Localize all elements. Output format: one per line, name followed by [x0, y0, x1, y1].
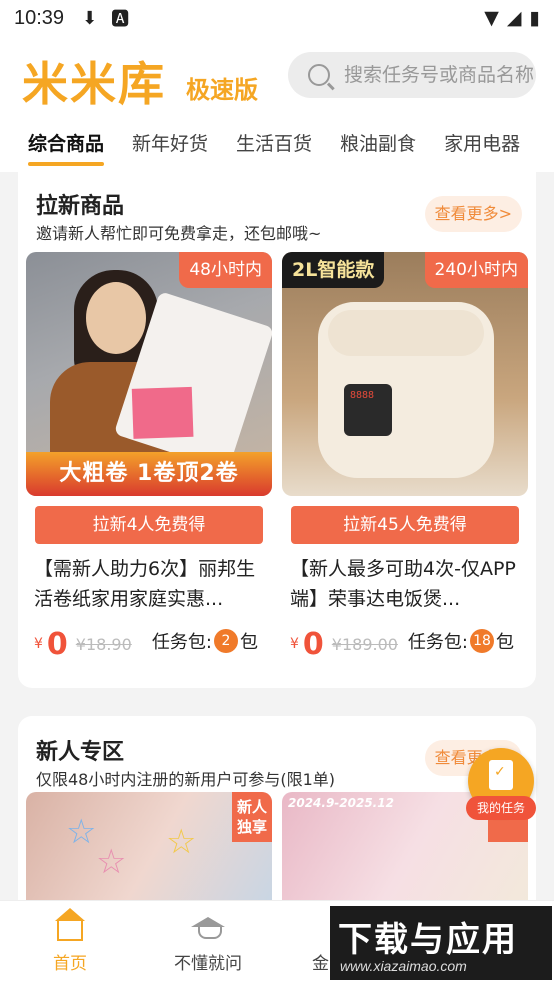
- app-logo: 米米库: [22, 57, 166, 111]
- claim-free-button[interactable]: 拉新45人免费得: [291, 506, 519, 544]
- current-price: 0: [46, 626, 68, 662]
- new-user-exclusive-badge: 新人独享: [232, 792, 272, 842]
- search-bar[interactable]: 搜索任务号或商品名称: [288, 52, 536, 98]
- product-card[interactable]: 2L智能款 240小时内 拉新45人免费得 【新人最多可助4次-仅APP端】荣事…: [282, 252, 528, 662]
- capacity-tag: 2L智能款: [282, 252, 385, 288]
- product-name: 【需新人助力6次】丽邦生活卷纸家用家庭实惠...: [34, 558, 256, 610]
- header: 米米库 极速版 搜索任务号或商品名称: [0, 36, 554, 116]
- currency-symbol: ¥: [290, 636, 299, 652]
- nav-label: 首页: [53, 954, 87, 974]
- product-name: 【新人最多可助4次-仅APP端】荣事达电饭煲...: [290, 558, 516, 610]
- claim-free-button[interactable]: 拉新4人免费得: [35, 506, 263, 544]
- section-title: 拉新商品: [36, 194, 125, 219]
- nav-home[interactable]: 首页: [20, 908, 120, 974]
- original-price: ¥189.00: [331, 634, 398, 654]
- currency-symbol: ¥: [34, 636, 43, 652]
- search-placeholder: 搜索任务号或商品名称: [344, 64, 535, 86]
- task-package-count: 2: [214, 629, 238, 653]
- app-logo-subtitle: 极速版: [186, 76, 258, 104]
- section-subtitle: 仅限48小时内注册的新用户可参与(限1单): [36, 770, 336, 789]
- task-package-unit: 包: [496, 632, 514, 653]
- time-limit-badge: 48小时内: [179, 252, 272, 288]
- time-limit-badge: 240小时内: [424, 252, 528, 288]
- task-clipboard-icon: [489, 760, 513, 790]
- watermark-title: 下载与应用: [338, 920, 518, 960]
- task-package-count: 18: [470, 629, 494, 653]
- price-row: ¥ 0 ¥18.90 任务包: 2 包: [26, 626, 272, 662]
- status-bar: 10:39 ⬇ 🅰 ▼ ◢ ▮: [0, 0, 554, 36]
- watermark-url: www.xiazaimao.com: [340, 958, 467, 974]
- view-more-button[interactable]: 查看更多>: [424, 196, 522, 232]
- star-clip-icon: ☆: [166, 822, 197, 862]
- referral-products-section: 拉新商品 邀请新人帮忙即可免费拿走，还包邮哦~ 查看更多> 48小时内 大粗卷 …: [18, 172, 536, 688]
- calendar-date-range: 2024.9-2025.12: [288, 796, 394, 810]
- tab-new-year[interactable]: 新年好货: [132, 116, 208, 172]
- battery-icon: ▮: [529, 7, 540, 29]
- tab-comprehensive[interactable]: 综合商品: [28, 116, 105, 172]
- my-tasks-label[interactable]: 我的任务: [466, 796, 536, 820]
- task-package: 任务包: 2 包: [152, 628, 258, 654]
- section-title: 新人专区: [36, 740, 125, 765]
- notification-a-icon: 🅰: [111, 9, 130, 30]
- task-package-label: 任务包:: [407, 632, 468, 653]
- task-package-label: 任务包:: [151, 632, 212, 653]
- signal-icon: ◢: [506, 7, 522, 29]
- current-price: 0: [302, 626, 324, 662]
- section-subtitle: 邀请新人帮忙即可免费拿走，还包邮哦~: [36, 224, 322, 243]
- image-caption: 大粗卷 1卷顶2卷: [26, 452, 272, 496]
- wifi-icon: ▼: [484, 7, 499, 29]
- category-tabs: 综合商品 新年好货 生活百货 粮油副食 家用电器: [0, 116, 554, 172]
- search-icon: [308, 64, 330, 86]
- task-package: 任务包: 18 包: [408, 628, 514, 654]
- task-package-unit: 包: [240, 632, 258, 653]
- nav-ask[interactable]: 不懂就问: [158, 913, 258, 974]
- download-icon: ⬇: [82, 7, 98, 29]
- product-image[interactable]: 48小时内 大粗卷 1卷顶2卷: [26, 252, 272, 496]
- nav-label: 不懂就问: [174, 954, 242, 974]
- tab-daily-goods[interactable]: 生活百货: [236, 116, 312, 172]
- product-image[interactable]: 2L智能款 240小时内: [282, 252, 528, 496]
- status-time: 10:39: [14, 6, 65, 29]
- graduation-cap-icon: [191, 917, 225, 941]
- star-clip-icon: ☆: [66, 812, 97, 852]
- original-price: ¥18.90: [75, 634, 132, 654]
- tab-appliances[interactable]: 家用电器: [444, 116, 520, 172]
- tab-grain-oil[interactable]: 粮油副食: [340, 116, 416, 172]
- watermark: 下载与应用 www.xiazaimao.com: [330, 906, 552, 980]
- star-clip-icon: ☆: [96, 842, 127, 882]
- product-card[interactable]: 48小时内 大粗卷 1卷顶2卷 拉新4人免费得 【需新人助力6次】丽邦生活卷纸家…: [26, 252, 272, 662]
- price-row: ¥ 0 ¥189.00 任务包: 18 包: [282, 626, 528, 662]
- home-icon: [55, 908, 85, 941]
